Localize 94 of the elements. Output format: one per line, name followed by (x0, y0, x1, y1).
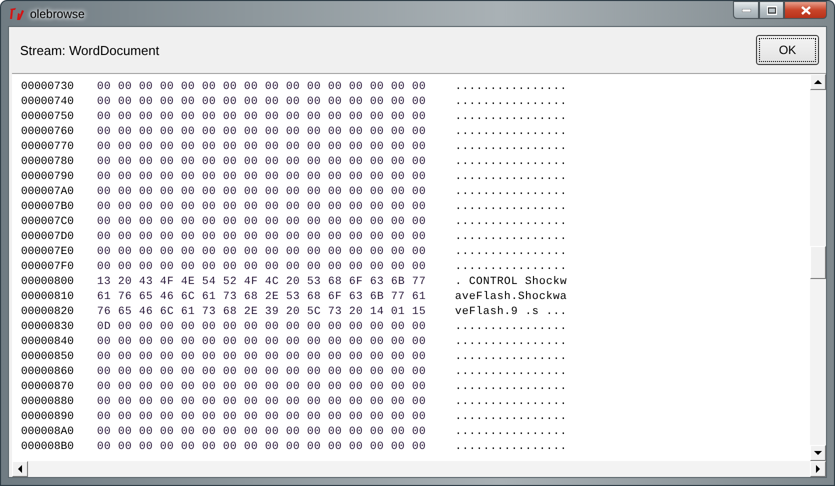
offset-text: 00000890 (21, 410, 75, 422)
ascii-text: ................ (455, 170, 568, 182)
ascii-text: ................ (455, 126, 568, 138)
hex-bytes: 61 76 65 46 6C 61 73 68 2E 53 68 6F 63 6B 77 61 (97, 290, 428, 302)
offset-text: 000007B0 (21, 200, 75, 212)
offset-text: 00000860 (21, 366, 75, 378)
offset-text: 00000820 (21, 306, 75, 318)
offset-text: 00000830 (21, 320, 75, 332)
hex-bytes: 0D 00 00 00 00 00 00 00 00 00 00 00 00 00 00 00 (97, 320, 428, 332)
ascii-text: ................ (455, 426, 568, 438)
hex-bytes: 00 00 00 00 00 00 00 00 00 00 00 00 00 00 00 00 (97, 200, 428, 212)
offset-text: 00000880 (21, 396, 75, 408)
stream-label: Stream: WordDocument (20, 42, 160, 58)
ascii-text: ................ (455, 260, 568, 272)
hex-bytes: 00 00 00 00 00 00 00 00 00 00 00 00 00 00 00 00 (97, 396, 428, 408)
scroll-left-button[interactable] (12, 461, 28, 477)
hex-bytes: 00 00 00 00 00 00 00 00 00 00 00 00 00 00 00 00 (97, 110, 428, 122)
minimize-icon (742, 8, 750, 12)
ascii-text: ................ (455, 366, 568, 378)
ascii-text: ................ (455, 216, 568, 228)
triangle-down-icon (814, 450, 822, 456)
hex-bytes: 00 00 00 00 00 00 00 00 00 00 00 00 00 00 00 00 (97, 216, 428, 228)
offset-text: 00000780 (21, 156, 75, 168)
close-button[interactable] (784, 1, 827, 19)
hex-bytes: 00 00 00 00 00 00 00 00 00 00 00 00 00 00 00 00 (97, 350, 428, 362)
ascii-text: veFlash.9 .s ... (455, 306, 568, 318)
hex-bytes: 00 00 00 00 00 00 00 00 00 00 00 00 00 00 00 00 (97, 80, 428, 92)
offset-text: 00000870 (21, 380, 75, 392)
ascii-text: ................ (455, 320, 568, 332)
triangle-up-icon (814, 79, 822, 85)
ascii-text: ................ (455, 336, 568, 348)
offset-text: 00000730 (21, 80, 75, 92)
ascii-text: ................ (455, 96, 568, 108)
hex-bytes: 13 20 43 4F 4E 54 52 4F 4C 20 53 68 6F 63 6B 77 (97, 276, 428, 288)
ascii-text: ................ (455, 396, 568, 408)
hex-bytes: 00 00 00 00 00 00 00 00 00 00 00 00 00 00 00 00 (97, 186, 428, 198)
hex-bytes: 00 00 00 00 00 00 00 00 00 00 00 00 00 00 00 00 (97, 440, 428, 452)
triangle-right-icon (815, 464, 821, 474)
ascii-text: ................ (455, 230, 568, 242)
hex-bytes: 00 00 00 00 00 00 00 00 00 00 00 00 00 00 00 00 (97, 156, 428, 168)
ascii-text: ................ (455, 186, 568, 198)
ascii-text: ................ (455, 350, 568, 362)
offset-text: 000007A0 (21, 186, 75, 198)
ascii-text: . CONTROL Shockw (455, 276, 568, 288)
ascii-text: ................ (455, 440, 568, 452)
offset-text: 000007E0 (21, 246, 75, 258)
maximize-button[interactable] (759, 1, 784, 19)
hex-bytes: 00 00 00 00 00 00 00 00 00 00 00 00 00 00 00 00 (97, 230, 428, 242)
ascii-text: ................ (455, 140, 568, 152)
ok-button[interactable]: OK (756, 35, 819, 65)
hex-bytes: 76 65 46 6C 61 73 68 2E 39 20 5C 73 20 14 01 15 (97, 306, 428, 318)
triangle-left-icon (17, 464, 23, 474)
ascii-text: ................ (455, 156, 568, 168)
offset-text: 000007D0 (21, 230, 75, 242)
offset-text: 00000850 (21, 350, 75, 362)
offset-text: 000008A0 (21, 426, 75, 438)
offset-text: 00000840 (21, 336, 75, 348)
offset-text: 00000760 (21, 126, 75, 138)
offset-text: 00000740 (21, 96, 75, 108)
scroll-up-button[interactable] (810, 74, 826, 90)
scroll-right-button[interactable] (810, 461, 826, 477)
hex-bytes: 00 00 00 00 00 00 00 00 00 00 00 00 00 00 00 00 (97, 336, 428, 348)
ascii-text: ................ (455, 380, 568, 392)
offset-text: 00000800 (21, 276, 75, 288)
offset-text: 000007F0 (21, 260, 75, 272)
offset-text: 00000790 (21, 170, 75, 182)
hex-bytes: 00 00 00 00 00 00 00 00 00 00 00 00 00 00 00 00 (97, 96, 428, 108)
hex-bytes: 00 00 00 00 00 00 00 00 00 00 00 00 00 00 00 00 (97, 410, 428, 422)
hex-bytes: 00 00 00 00 00 00 00 00 00 00 00 00 00 00 00 00 (97, 380, 428, 392)
hex-bytes: 00 00 00 00 00 00 00 00 00 00 00 00 00 00 00 00 (97, 126, 428, 138)
offset-text: 00000810 (21, 290, 75, 302)
close-icon (800, 6, 810, 14)
offset-text: 000008B0 (21, 440, 75, 452)
window-title: olebrowse (30, 6, 85, 20)
scrollbar-thumb[interactable] (810, 246, 826, 279)
hex-bytes: 00 00 00 00 00 00 00 00 00 00 00 00 00 00 00 00 (97, 260, 428, 272)
offset-text: 00000770 (21, 140, 75, 152)
hex-bytes: 00 00 00 00 00 00 00 00 00 00 00 00 00 00 00 00 (97, 246, 428, 258)
ascii-text: ................ (455, 246, 568, 258)
feather-icon (9, 6, 25, 20)
offset-text: 00000750 (21, 110, 75, 122)
scroll-down-button[interactable] (810, 445, 826, 461)
hex-bytes: 00 00 00 00 00 00 00 00 00 00 00 00 00 00 00 00 (97, 426, 428, 438)
ascii-text: ................ (455, 80, 568, 92)
offset-text: 000007C0 (21, 216, 75, 228)
hex-bytes: 00 00 00 00 00 00 00 00 00 00 00 00 00 00 00 00 (97, 366, 428, 378)
maximize-icon (766, 6, 776, 14)
ascii-text: ................ (455, 410, 568, 422)
minimize-button[interactable] (733, 1, 759, 19)
hex-bytes: 00 00 00 00 00 00 00 00 00 00 00 00 00 00 00 00 (97, 170, 428, 182)
ascii-text: ................ (455, 200, 568, 212)
ascii-text: ................ (455, 110, 568, 122)
ascii-text: aveFlash.Shockwa (455, 290, 568, 302)
hex-bytes: 00 00 00 00 00 00 00 00 00 00 00 00 00 00 00 00 (97, 140, 428, 152)
